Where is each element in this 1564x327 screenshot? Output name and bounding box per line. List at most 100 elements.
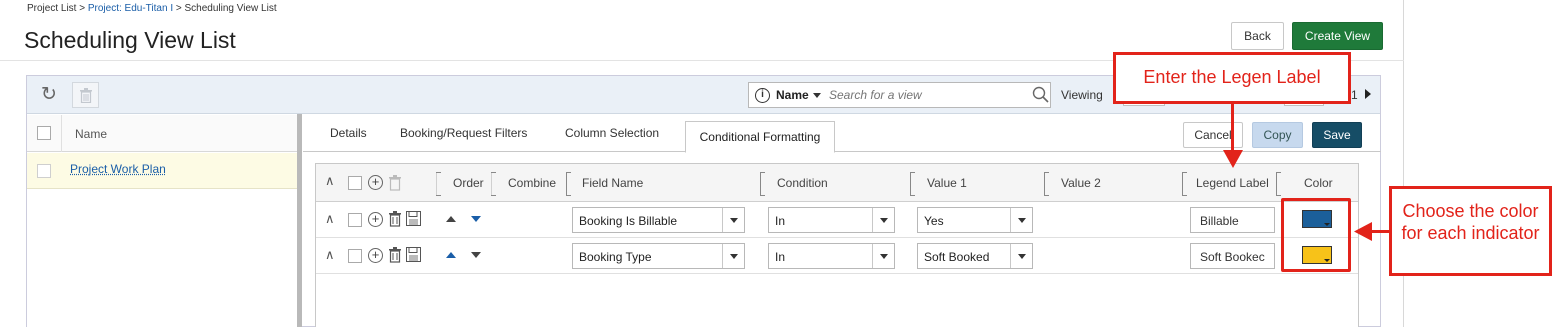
chevron-down-icon [872,244,894,268]
column-resize-handle[interactable] [1044,172,1050,196]
back-button[interactable]: Back [1231,22,1284,50]
search-field-select[interactable]: Name [776,88,821,102]
breadcrumb-current: Scheduling View List [185,3,277,14]
column-divider [61,115,62,152]
tab-booking-request-filters[interactable]: Booking/Request Filters [400,126,527,140]
row-checkbox[interactable] [348,249,362,263]
arrow-head-icon [1354,222,1372,241]
move-down-icon[interactable] [471,252,481,258]
column-resize-handle[interactable] [1276,172,1282,196]
search-input[interactable] [829,87,1029,103]
column-divider [491,172,497,196]
field-name-select[interactable]: Booking Is Billable [572,207,745,233]
chevron-down-icon [1010,208,1032,232]
arrow-head-icon [1223,150,1243,168]
callout-arrow [1231,104,1234,154]
chevron-down-icon [1010,244,1032,268]
color-header: Color [1304,176,1333,190]
color-callout-text: Choose the color for each indicator [1392,200,1549,244]
chevron-down-icon [722,244,744,268]
select-all-rows-checkbox[interactable] [348,176,362,190]
tab-column-selection[interactable]: Column Selection [565,126,659,140]
breadcrumb: Project List > Project: Edu-Titan I > Sc… [27,3,277,14]
chevron-down-icon [872,208,894,232]
editor-tabs: Details Booking/Request Filters Column S… [303,115,1381,152]
views-panel: ↻ i Name Search for a view Viewing 1 Nam… [26,75,1381,327]
move-up-icon[interactable] [446,216,456,222]
add-row-icon[interactable]: + [368,175,383,190]
view-editor: Details Booking/Request Filters Column S… [303,115,1381,327]
tab-details[interactable]: Details [330,126,367,140]
legend-label-input[interactable]: Soft Bookec [1190,243,1275,269]
chevron-down-icon [813,93,821,98]
callout-arrow [1370,230,1390,233]
move-down-icon[interactable] [471,216,481,222]
value1-select[interactable]: Soft Booked [917,243,1033,269]
legend-label-value: Billable [1200,214,1239,228]
grid-header: ∧ + Order Combine Field Name Condition V… [316,164,1358,202]
value1-value: Yes [924,214,944,228]
pane-splitter[interactable] [297,114,302,327]
value1-select[interactable]: Yes [917,207,1033,233]
trash-icon[interactable] [388,175,402,191]
row-checkbox[interactable] [348,213,362,227]
copy-button[interactable]: Copy [1252,122,1303,148]
order-header: Order [453,176,484,190]
table-row: ∧ + Booking [316,202,1358,238]
field-name-header: Field Name [582,176,643,190]
save-icon[interactable] [406,211,421,226]
page-title: Scheduling View List [24,27,236,54]
condition-value: In [775,214,785,228]
move-up-icon[interactable] [446,252,456,258]
refresh-icon[interactable]: ↻ [39,86,59,106]
save-icon[interactable] [406,247,421,262]
next-page-icon[interactable] [1365,89,1371,99]
collapse-row-icon[interactable]: ∧ [325,247,335,263]
select-all-checkbox[interactable] [37,126,51,140]
name-column-header[interactable]: Name [75,127,107,141]
color-highlight-box [1281,198,1351,272]
row-checkbox[interactable] [37,164,51,178]
breadcrumb-separator: > [173,3,184,14]
add-row-icon[interactable]: + [368,212,383,227]
view-link[interactable]: Project Work Plan [70,162,166,176]
condition-select[interactable]: In [768,243,895,269]
legend-label-input[interactable]: Billable [1190,207,1275,233]
condition-header: Condition [777,176,828,190]
field-name-select[interactable]: Booking Type [572,243,745,269]
tab-conditional-formatting[interactable]: Conditional Formatting [685,121,835,153]
column-resize-handle[interactable] [1182,172,1188,196]
add-row-icon[interactable]: + [368,248,383,263]
search-field-label: Name [776,88,809,102]
column-resize-handle[interactable] [566,172,572,196]
trash-icon [79,88,93,103]
combine-header: Combine [508,176,556,190]
collapse-all-icon[interactable]: ∧ [325,173,335,189]
column-divider [436,172,442,196]
legend-label-callout-text: Enter the Legen Label [1116,66,1348,88]
breadcrumb-project-link[interactable]: Project: Edu-Titan I [88,3,173,14]
collapse-row-icon[interactable]: ∧ [325,211,335,227]
info-icon[interactable]: i [755,88,770,103]
column-resize-handle[interactable] [760,172,766,196]
column-resize-handle[interactable] [910,172,916,196]
scheduling-view-list-page: Project List > Project: Edu-Titan I > Sc… [0,0,1404,327]
delete-button[interactable] [72,82,99,108]
trash-icon[interactable] [388,211,402,227]
save-button[interactable]: Save [1312,122,1362,148]
table-row: ∧ + Booking [316,238,1358,274]
view-list: Name Project Work Plan [27,115,297,327]
viewing-label: Viewing [1061,88,1103,102]
list-item[interactable]: Project Work Plan [27,153,297,189]
value1-value: Soft Booked [924,250,989,264]
cancel-button[interactable]: Cancel [1183,122,1243,148]
legend-label-header: Legend Label [1196,176,1269,190]
trash-icon[interactable] [388,247,402,263]
search-box: i Name [748,82,1051,108]
create-view-button[interactable]: Create View [1292,22,1383,50]
condition-value: In [775,250,785,264]
condition-select[interactable]: In [768,207,895,233]
breadcrumb-project-list[interactable]: Project List [27,3,76,14]
search-icon[interactable] [1032,86,1050,104]
conditional-formatting-grid: ∧ + Order Combine Field Name Condition V… [315,163,1359,327]
